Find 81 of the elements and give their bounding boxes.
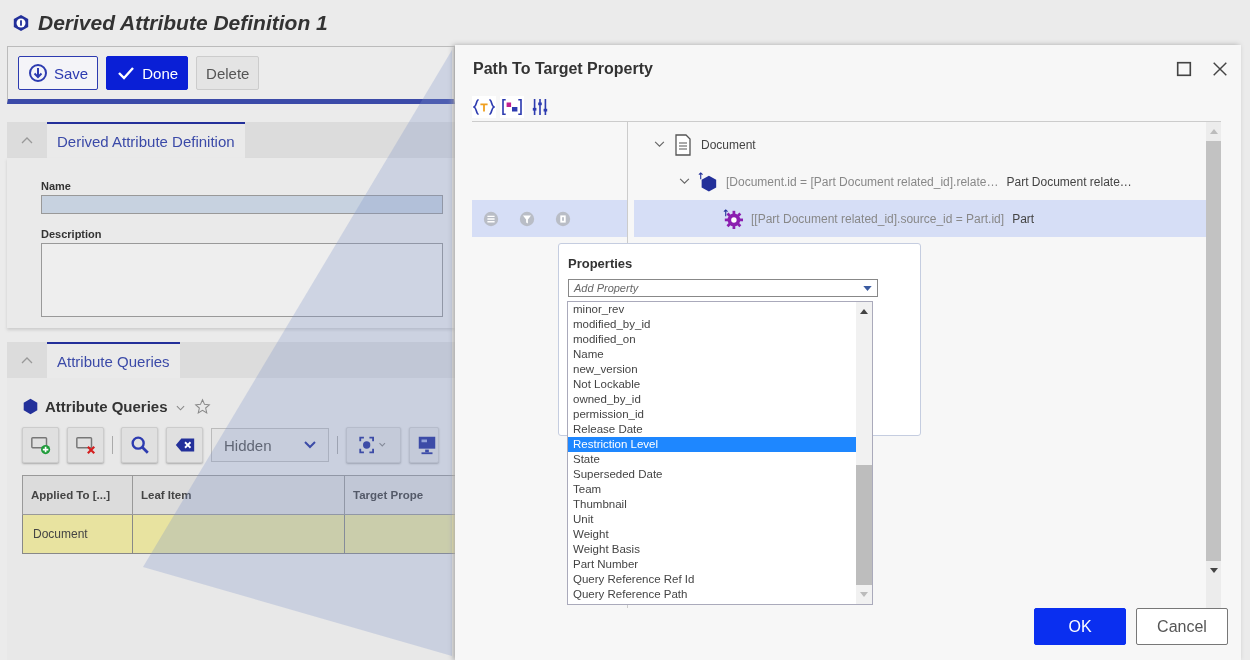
clear-button[interactable]	[166, 427, 203, 463]
formula-view-button[interactable]	[472, 96, 496, 118]
tree-row[interactable]: [[Part Document related_id].source_id = Part.id] Part	[634, 200, 1206, 237]
filter-icon[interactable]	[518, 209, 536, 228]
hexagon-icon	[22, 397, 39, 415]
column-header[interactable]: Applied To [...]	[22, 475, 133, 515]
grid-title: Attribute Queries	[45, 397, 168, 415]
page-title: Derived Attribute Definition 1	[38, 11, 328, 35]
close-icon[interactable]	[1211, 60, 1229, 78]
property-option[interactable]: Query Reference Path	[568, 587, 856, 602]
property-option[interactable]: Weight Basis	[568, 542, 856, 557]
chevron-icon[interactable]	[654, 141, 665, 148]
action-button[interactable]: Done	[106, 56, 189, 90]
delete-row-button[interactable]	[67, 427, 104, 463]
caret-icon	[304, 441, 316, 449]
property-option[interactable]: Weight	[568, 527, 856, 542]
braces-icon	[473, 98, 495, 116]
name-field[interactable]	[41, 195, 443, 214]
property-option[interactable]: Not Lockable	[568, 377, 856, 392]
property-option[interactable]: permission_id	[568, 407, 856, 422]
table-cell: Document	[22, 514, 133, 554]
property-option[interactable]: owned_by_id	[568, 392, 856, 407]
scrollbar[interactable]	[1206, 122, 1221, 608]
description-field[interactable]	[41, 243, 443, 317]
properties-icon[interactable]	[554, 209, 572, 228]
monitor-button[interactable]	[409, 427, 439, 463]
item-type-icon	[12, 14, 30, 32]
dropdown-icon[interactable]	[175, 405, 185, 411]
property-option[interactable]: Superseded Date	[568, 467, 856, 482]
property-option[interactable]: State	[568, 452, 856, 467]
dialog-title: Path To Target Property	[473, 60, 654, 78]
property-option[interactable]: modified_by_id	[568, 317, 856, 332]
list-icon[interactable]	[482, 209, 500, 228]
tree-view-button[interactable]	[500, 96, 524, 118]
property-option[interactable]: new_version	[568, 362, 856, 377]
chevron-icon[interactable]	[679, 178, 690, 185]
property-option[interactable]: minor_rev	[568, 302, 856, 317]
scrollbar[interactable]	[856, 302, 872, 604]
property-option[interactable]: Name	[568, 347, 856, 362]
property-option[interactable]: Part Number	[568, 557, 856, 572]
document-icon	[673, 133, 693, 156]
collapse-icon[interactable]	[21, 356, 33, 364]
hexagon-icon	[698, 170, 718, 193]
popover-title: Properties	[568, 256, 634, 271]
action-button[interactable]: Save	[18, 56, 99, 90]
section-tab[interactable]: Derived Attribute Definition	[47, 122, 245, 158]
bracket-nodes-icon	[501, 98, 523, 116]
add-row-icon	[29, 434, 52, 456]
property-option[interactable]: Release Date	[568, 422, 856, 437]
star-icon[interactable]	[193, 397, 211, 415]
property-option[interactable]: modified_on	[568, 332, 856, 347]
scroll-up-icon[interactable]	[860, 309, 868, 314]
field-label: Name	[41, 180, 72, 192]
dialog-button[interactable]: Cancel	[1136, 608, 1228, 645]
scroll-down-icon[interactable]	[1209, 568, 1218, 573]
delete-row-icon	[74, 434, 97, 456]
property-select[interactable]: Add Property	[568, 279, 878, 297]
view-select[interactable]: Hidden	[211, 428, 329, 462]
save-icon	[28, 63, 48, 83]
dialog-button[interactable]: OK	[1034, 608, 1126, 645]
property-option[interactable]: Thumbnail	[568, 497, 856, 512]
table-row[interactable]: Document	[22, 514, 455, 554]
section-tab[interactable]: Attribute Queries	[47, 342, 180, 378]
property-option[interactable]: Restriction Level	[568, 437, 856, 452]
collapse-icon[interactable]	[21, 136, 33, 144]
tree-row[interactable]: [Document.id = [Part Document related_id].relate… Part Document relate…	[634, 163, 1206, 200]
view-mode-button[interactable]	[346, 427, 401, 463]
column-header[interactable]: Target Prope	[344, 475, 455, 515]
field-label: Description	[41, 228, 103, 240]
property-option[interactable]: Unit	[568, 512, 856, 527]
tree-row[interactable]: Document	[634, 126, 1206, 163]
caret-icon	[863, 285, 872, 291]
gear-icon	[723, 207, 743, 230]
maximize-icon[interactable]	[1175, 60, 1193, 78]
property-option[interactable]: Team	[568, 482, 856, 497]
search-button[interactable]	[121, 427, 158, 463]
add-row-button[interactable]	[22, 427, 59, 463]
monitor-icon	[416, 434, 438, 456]
action-button[interactable]: Delete	[196, 56, 260, 90]
column-header[interactable]: Leaf Item	[132, 475, 345, 515]
property-option[interactable]: Query Reference Ref Id	[568, 572, 856, 587]
